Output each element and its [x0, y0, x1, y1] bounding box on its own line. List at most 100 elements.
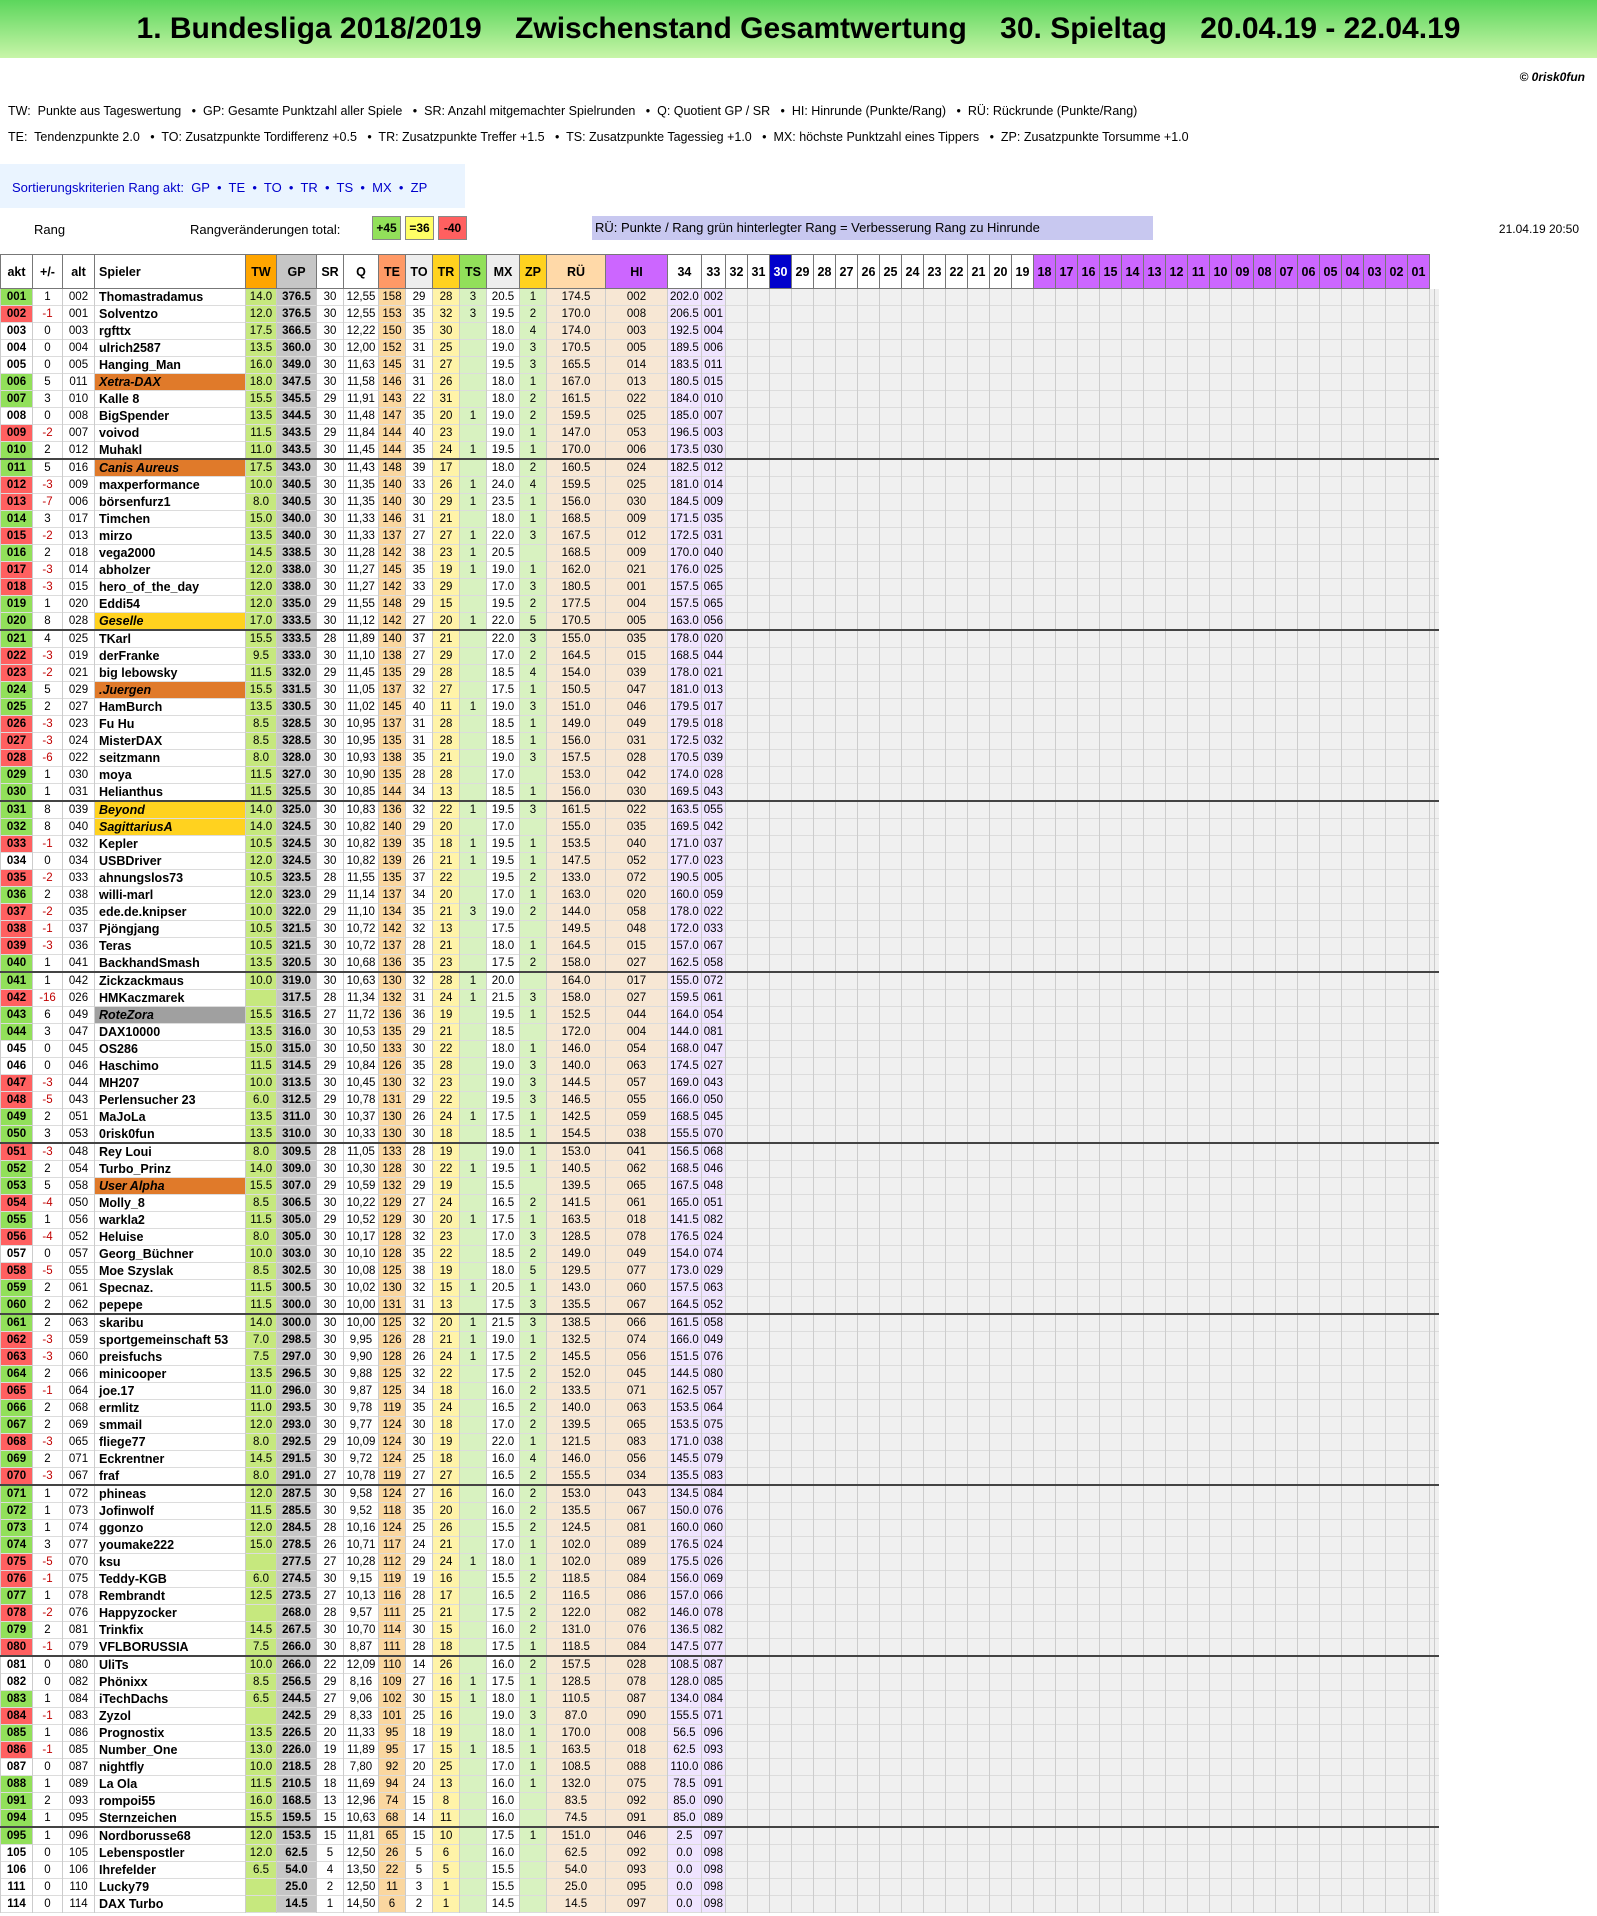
to-value: 5: [405, 1861, 433, 1879]
day-26-points: [900, 681, 924, 699]
tw-value: 15.0: [245, 510, 277, 528]
day-28-points: [856, 1228, 880, 1246]
hi-points: 166.0: [667, 1091, 702, 1109]
tr-value: 26: [432, 1519, 460, 1537]
rank-current: 001: [0, 288, 33, 306]
rank-change: 6: [32, 1006, 63, 1024]
day-15-points: [1142, 612, 1166, 630]
day-24-points: [944, 664, 968, 682]
ru-rank: 077: [605, 1262, 668, 1280]
day-28-points: [856, 1724, 880, 1742]
day-25-points: [922, 1656, 946, 1674]
to-value: 27: [405, 1673, 433, 1691]
day-28-points: [856, 920, 880, 938]
col-day-09: 09: [1230, 254, 1254, 289]
day-09-points: [1274, 305, 1298, 323]
day-14-points: [1164, 1108, 1188, 1126]
player-name: ulrich2587: [94, 339, 246, 357]
day-05-points: [1362, 1108, 1386, 1126]
ru-points: 124.5: [546, 1519, 606, 1537]
col-day-32: 32: [724, 254, 748, 289]
day-23-points: [966, 920, 990, 938]
day-03-points: [1406, 1228, 1430, 1246]
day-07-points: [1318, 1416, 1342, 1434]
te-value: 101: [378, 1707, 406, 1725]
day-01-points: [1434, 1296, 1439, 1314]
day-15-points: [1142, 1211, 1166, 1229]
day-12-points: [1208, 510, 1232, 528]
ts-value: [459, 595, 487, 613]
gp-value: 324.5: [276, 835, 317, 853]
day-24-points: [944, 493, 968, 511]
rank-previous: 039: [62, 801, 95, 819]
q-value: 11,35: [343, 493, 379, 511]
player-name: .Juergen: [94, 681, 246, 699]
q-value: 10,63: [343, 1809, 379, 1827]
day-24-points: [944, 903, 968, 921]
gp-value: 292.5: [276, 1433, 317, 1451]
hi-points: 169.5: [667, 818, 702, 836]
day-34-points: [724, 1194, 748, 1212]
q-value: 10,85: [343, 783, 379, 801]
col-day-17: 17: [1054, 254, 1078, 289]
day-27-points: [878, 972, 902, 990]
day-07-points: [1318, 493, 1342, 511]
ru-points: 116.5: [546, 1587, 606, 1605]
day-29-points: [834, 1827, 858, 1845]
day-05-points: [1362, 801, 1386, 819]
rank-change: 2: [32, 1621, 63, 1639]
day-34-points: [724, 989, 748, 1007]
day-19-points: [1054, 818, 1078, 836]
day-28-points: [856, 1844, 880, 1862]
day-24-points: [944, 1809, 968, 1827]
day-05-points: [1362, 476, 1386, 494]
col-day-34: 34: [667, 254, 702, 289]
day-08-points: [1296, 715, 1320, 733]
day-26-points: [900, 1502, 924, 1520]
player-name: BigSpender: [94, 407, 246, 425]
day-12-points: [1208, 288, 1232, 306]
tw-value: 12.0: [245, 595, 277, 613]
day-33-points: [746, 1433, 770, 1451]
day-06-points: [1340, 1861, 1364, 1879]
rank-current: 027: [0, 732, 33, 750]
day-07-points: [1318, 1809, 1342, 1827]
hi-points: 164.5: [667, 1296, 702, 1314]
day-24-points: [944, 407, 968, 425]
day-20-points: [1032, 459, 1056, 477]
table-row: 065 -1 064 joe.17 11.0 296.0 30 9,87 125 34 18 16.0…: [0, 1382, 1439, 1400]
day-25-points: [922, 972, 946, 990]
hi-points: 181.0: [667, 681, 702, 699]
day-12-points: [1208, 1673, 1232, 1691]
day-25-points: [922, 1707, 946, 1725]
day-10-points: [1252, 1091, 1276, 1109]
day-06-points: [1340, 869, 1364, 887]
day-10-points: [1252, 305, 1276, 323]
day-03-points: [1406, 681, 1430, 699]
sr-value: 30: [316, 920, 344, 938]
ru-rank: 089: [605, 1553, 668, 1571]
day-31-points: [790, 305, 814, 323]
day-31-points: [790, 1485, 814, 1503]
q-value: 10,45: [343, 1074, 379, 1092]
day-32-points: [768, 1416, 792, 1434]
to-value: 35: [405, 441, 433, 459]
tw-value: 15.5: [245, 390, 277, 408]
day-15-points: [1142, 339, 1166, 357]
day-32-points: [768, 903, 792, 921]
tw-value: 12.0: [245, 561, 277, 579]
day-29-points: [834, 424, 858, 442]
hi-points: 110.0: [667, 1758, 702, 1776]
day-20-points: [1032, 1673, 1056, 1691]
day-26-points: [900, 1741, 924, 1759]
col-to: TO: [405, 254, 433, 289]
hi-rank: 084: [700, 1485, 726, 1503]
day-14-points: [1164, 1177, 1188, 1195]
day-30-points: [812, 1399, 836, 1417]
day-27-points: [878, 1502, 902, 1520]
day-08-points: [1296, 869, 1320, 887]
zp-value: 1: [519, 1553, 547, 1571]
day-05-points: [1362, 647, 1386, 665]
day-32-points: [768, 1707, 792, 1725]
tw-value: 11.0: [245, 441, 277, 459]
